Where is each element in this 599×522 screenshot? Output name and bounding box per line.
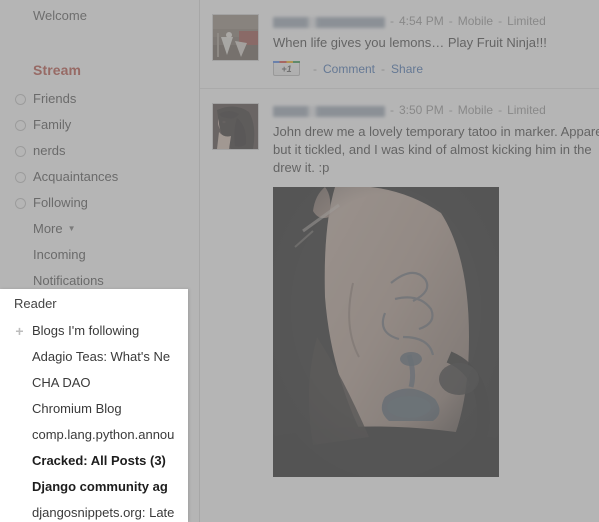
post-text-line: drew it. :p bbox=[273, 160, 330, 175]
sidebar-item-welcome[interactable]: Welcome bbox=[33, 7, 199, 26]
circle-outline-icon bbox=[15, 171, 26, 183]
post-timestamp[interactable]: 4:54 PM bbox=[399, 14, 444, 29]
sidebar-item-label: Incoming bbox=[33, 247, 86, 262]
post-text-line: John drew me a lovely temporary tatoo in… bbox=[273, 124, 599, 139]
stream-column: - 4:54 PM - Mobile - Limited When life g… bbox=[199, 0, 599, 522]
action-separator: - bbox=[313, 61, 317, 76]
sidebar-nav: Welcome Stream Friends Family nerds Acqu… bbox=[0, 0, 199, 294]
circle-outline-icon bbox=[15, 119, 26, 131]
post-source: Mobile bbox=[457, 14, 494, 28]
post-body: - 3:50 PM - Mobile - Limited John drew m… bbox=[273, 103, 599, 477]
reader-feed-item[interactable]: Adagio Teas: What's Ne bbox=[0, 344, 188, 370]
sidebar-item-label: nerds bbox=[33, 143, 66, 158]
comment-button[interactable]: Comment bbox=[323, 62, 375, 76]
action-separator: - bbox=[381, 61, 386, 76]
reader-feed-item[interactable]: djangosnippets.org: Late bbox=[0, 500, 188, 522]
sidebar-item-following[interactable]: Following bbox=[15, 190, 199, 216]
plus-one-stripe-icon bbox=[273, 61, 300, 63]
sidebar-item-family[interactable]: Family bbox=[15, 112, 199, 138]
reader-feed-label: comp.lang.python.annou bbox=[32, 427, 175, 442]
post-header: - 4:54 PM - Mobile - Limited bbox=[273, 14, 599, 29]
meta-separator: - bbox=[448, 103, 453, 117]
reader-panel: Reader + Blogs I'm following Adagio Teas… bbox=[0, 289, 188, 522]
plus-one-button[interactable]: +1 bbox=[273, 61, 300, 76]
reader-feed-label: Django community ag bbox=[32, 479, 168, 494]
reader-feed-label: djangosnippets.org: Late bbox=[32, 505, 175, 520]
sidebar-item-acquaintances[interactable]: Acquaintances bbox=[15, 164, 199, 190]
meta-separator: - bbox=[498, 103, 503, 117]
post-author-redacted[interactable] bbox=[273, 106, 385, 117]
post-photo[interactable] bbox=[273, 187, 499, 477]
plus-icon[interactable]: + bbox=[14, 324, 25, 338]
sidebar-item-label: Acquaintances bbox=[33, 169, 119, 184]
meta-separator: - bbox=[390, 14, 394, 28]
meta-separator: - bbox=[390, 103, 394, 117]
circle-outline-icon bbox=[15, 197, 26, 209]
sidebar-item-incoming[interactable]: Incoming bbox=[33, 242, 199, 268]
post-audience[interactable]: Limited bbox=[507, 14, 546, 29]
reader-feed-label: CHA DAO bbox=[32, 375, 91, 390]
reader-feed-label: Chromium Blog bbox=[32, 401, 122, 416]
stream-heading-label: Stream bbox=[33, 62, 82, 78]
stream-post: - 3:50 PM - Mobile - Limited John drew m… bbox=[200, 88, 599, 489]
reader-heading-label: Reader bbox=[14, 296, 57, 311]
avatar[interactable] bbox=[212, 103, 259, 150]
plus-one-label: +1 bbox=[281, 64, 292, 74]
avatar-photo-portrait-icon bbox=[213, 104, 258, 149]
post-source: Mobile bbox=[457, 103, 494, 117]
more-label: More bbox=[33, 221, 63, 236]
post-text: When life gives you lemons… Play Fruit N… bbox=[273, 35, 547, 50]
circle-outline-icon bbox=[15, 145, 26, 157]
sidebar-item-label: Family bbox=[33, 117, 72, 132]
avatar-photo-market-icon bbox=[213, 15, 258, 60]
sidebar-item-label: Friends bbox=[33, 91, 77, 106]
sidebar-item-label: Notifications bbox=[33, 273, 104, 288]
reader-feed-item[interactable]: CHA DAO bbox=[0, 370, 188, 396]
welcome-label: Welcome bbox=[33, 8, 87, 23]
reader-feed-item[interactable]: Cracked: All Posts (3) bbox=[0, 448, 188, 474]
sidebar-item-friends[interactable]: Friends bbox=[15, 86, 199, 112]
reader-item-label: Blogs I'm following bbox=[32, 323, 140, 338]
tattoo-photo-icon bbox=[273, 187, 499, 477]
reader-feed-item[interactable]: comp.lang.python.annou bbox=[0, 422, 188, 448]
stream-post: - 4:54 PM - Mobile - Limited When life g… bbox=[200, 0, 599, 88]
post-author-redacted[interactable] bbox=[273, 17, 385, 28]
share-button[interactable]: Share bbox=[391, 62, 423, 76]
meta-separator: - bbox=[448, 14, 453, 28]
sidebar-item-label: Following bbox=[33, 195, 88, 210]
post-audience[interactable]: Limited bbox=[507, 103, 546, 118]
reader-feed-label: Adagio Teas: What's Ne bbox=[32, 349, 171, 364]
reader-heading: Reader bbox=[0, 289, 188, 318]
reader-item-blogs-following[interactable]: + Blogs I'm following bbox=[0, 318, 188, 344]
sidebar-item-more[interactable]: More ▼ bbox=[33, 216, 199, 242]
reader-feed-item[interactable]: Chromium Blog bbox=[0, 396, 188, 422]
sidebar-item-nerds[interactable]: nerds bbox=[15, 138, 199, 164]
reader-feed-label: Cracked: All Posts (3) bbox=[32, 453, 166, 468]
post-timestamp[interactable]: 3:50 PM bbox=[399, 103, 444, 118]
post-actions: +1 - Comment - Share bbox=[273, 61, 599, 76]
reader-feed-item[interactable]: Django community ag bbox=[0, 474, 188, 500]
circle-outline-icon bbox=[15, 93, 26, 105]
meta-separator: - bbox=[498, 14, 503, 28]
avatar[interactable] bbox=[212, 14, 259, 61]
stream-heading: Stream bbox=[33, 26, 199, 86]
post-text-line: but it tickled, and I was kind of almost… bbox=[273, 142, 592, 157]
post-header: - 3:50 PM - Mobile - Limited bbox=[273, 103, 599, 118]
chevron-down-icon: ▼ bbox=[67, 224, 76, 233]
post-body: - 4:54 PM - Mobile - Limited When life g… bbox=[273, 14, 599, 76]
